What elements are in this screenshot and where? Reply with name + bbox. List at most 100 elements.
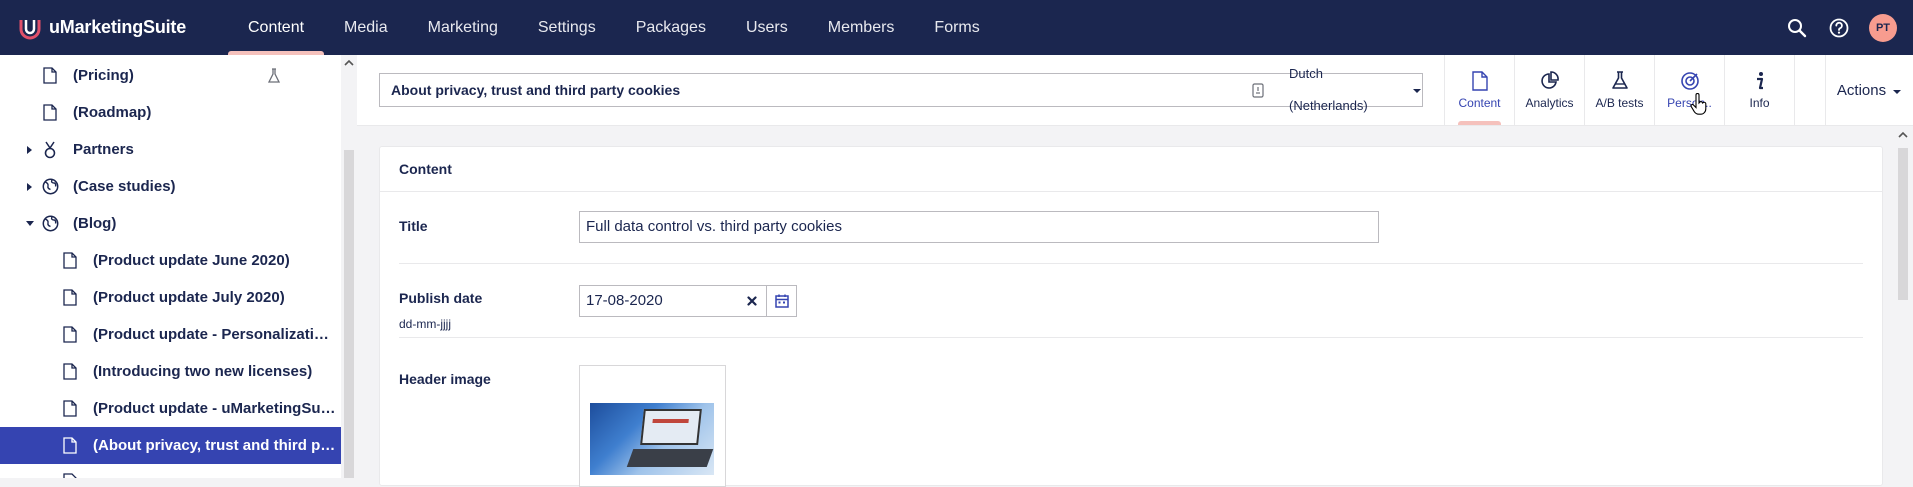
tree-item-partners[interactable]: Partners [0, 131, 341, 168]
tree-scrollbar[interactable] [341, 55, 357, 478]
app-content[interactable]: Content [1445, 55, 1515, 125]
top-navigation-bar: uMarketingSuite Content Media Marketing … [0, 0, 1913, 55]
tree-item-partial[interactable] [0, 464, 341, 478]
tree-item-label: (Blog) [73, 215, 117, 232]
title-label: Title [399, 218, 428, 234]
tree-item-case-studies[interactable]: (Case studies) [0, 168, 341, 205]
ab-test-flask-icon [264, 66, 284, 86]
section-users[interactable]: Users [726, 0, 808, 55]
document-icon [41, 67, 59, 85]
section-tabs: Content Media Marketing Settings Package… [228, 0, 1000, 55]
section-members[interactable]: Members [808, 0, 915, 55]
publish-date-input[interactable]: 17-08-2020 [579, 285, 767, 317]
calendar-icon [774, 294, 789, 308]
app-label: Analytics [1525, 96, 1574, 110]
section-media[interactable]: Media [324, 0, 408, 55]
scroll-up-icon[interactable] [344, 57, 354, 67]
tree-item-introducing-licenses[interactable]: (Introducing two new licenses) [0, 353, 341, 390]
group-title: Content [380, 147, 1882, 192]
tree-item-product-update-personalization[interactable]: (Product update - Personalization i... [0, 316, 341, 353]
tree-item-label: (About privacy, trust and third part... [93, 437, 336, 454]
medal-icon [41, 141, 59, 159]
editor-scrollbar[interactable] [1893, 126, 1913, 478]
actions-label: Actions [1836, 81, 1887, 99]
tree-item-label: (Product update - uMarketingSuite... [93, 400, 336, 417]
search-icon[interactable] [1785, 16, 1809, 40]
tree-item-roadmap[interactable]: (Roadmap) [0, 94, 341, 131]
umarketingsuite-logo-icon [19, 19, 41, 39]
actions-button[interactable]: Actions [1825, 55, 1913, 125]
tree-item-product-update-june[interactable]: (Product update June 2020) [0, 242, 341, 279]
header-image-thumbnail [590, 403, 714, 475]
content-apps: Content Analytics A/B tests Person.. Inf… [1444, 55, 1795, 125]
section-marketing[interactable]: Marketing [408, 0, 518, 55]
publish-date-description: dd-mm-jjjj [399, 317, 451, 331]
section-packages[interactable]: Packages [616, 0, 726, 55]
app-info[interactable]: Info [1725, 55, 1795, 125]
content-group-panel: Content Title Full data control vs. thir… [379, 146, 1883, 487]
tree-item-label: (Pricing) [73, 67, 134, 84]
app-ab-tests[interactable]: A/B tests [1585, 55, 1655, 125]
app-label: Info [1749, 96, 1770, 110]
pie-chart-icon [1539, 70, 1561, 92]
brand[interactable]: uMarketingSuite [0, 0, 228, 55]
document-icon [61, 400, 79, 418]
caret-down-icon[interactable] [24, 218, 36, 230]
variant-document-icon[interactable] [1250, 82, 1266, 98]
document-icon [61, 472, 79, 478]
language-dropdown[interactable]: Dutch (Netherlands) [1289, 66, 1422, 113]
publish-date-label: Publish date [399, 290, 483, 306]
title-input[interactable]: Full data control vs. third party cookie… [579, 211, 1379, 243]
help-icon[interactable] [1827, 16, 1851, 40]
divider [399, 263, 1863, 264]
flask-icon [1609, 70, 1631, 92]
node-name-input[interactable]: About privacy, trust and third party coo… [391, 74, 680, 106]
target-icon [1679, 70, 1701, 92]
tree-item-product-update-umarketingsuite[interactable]: (Product update - uMarketingSuite... [0, 390, 341, 427]
clear-date-icon[interactable] [744, 293, 760, 309]
caret-right-icon[interactable] [24, 144, 36, 156]
header-image-label: Header image [399, 371, 491, 387]
brand-name: uMarketingSuite [49, 17, 187, 37]
section-content[interactable]: Content [228, 0, 325, 55]
tree-scrollbar-thumb[interactable] [344, 150, 354, 478]
document-icon [61, 252, 79, 270]
section-forms[interactable]: Forms [914, 0, 999, 55]
calendar-button[interactable] [766, 285, 797, 317]
caret-down-icon [1412, 74, 1422, 106]
app-analytics[interactable]: Analytics [1515, 55, 1585, 125]
info-icon [1749, 70, 1771, 92]
editor-scrollbar-thumb[interactable] [1898, 148, 1908, 300]
tree-item-label: (Product update July 2020) [93, 289, 285, 306]
user-avatar[interactable]: PT [1869, 13, 1897, 42]
scroll-up-icon[interactable] [1898, 129, 1908, 139]
header-image-card[interactable] [579, 365, 726, 487]
content-tree: (Pricing) (Roadmap) Partners (Case studi… [0, 55, 341, 478]
document-icon [61, 437, 79, 455]
document-icon [61, 326, 79, 344]
tree-item-label: (Case studies) [73, 178, 176, 195]
globe-icon [41, 215, 59, 233]
tree-item-label: (Product update - Personalization i... [93, 326, 336, 343]
document-icon [41, 104, 59, 122]
document-icon [1469, 70, 1491, 92]
section-settings[interactable]: Settings [518, 0, 616, 55]
tree-item-label: (Introducing two new licenses) [93, 363, 313, 380]
tree-item-product-update-july[interactable]: (Product update July 2020) [0, 279, 341, 316]
tree-item-pricing[interactable]: (Pricing) [0, 57, 341, 94]
caret-right-icon[interactable] [24, 181, 36, 193]
tree-item-label: (Product update June 2020) [93, 252, 290, 269]
top-tools: PT [1785, 0, 1897, 55]
document-icon [61, 363, 79, 381]
app-label: A/B tests [1595, 96, 1644, 110]
language-label: Dutch (Netherlands) [1289, 66, 1368, 113]
globe-icon [41, 178, 59, 196]
tree-item-about-privacy[interactable]: (About privacy, trust and third part... [0, 427, 341, 464]
editor-header: About privacy, trust and third party coo… [357, 55, 1913, 126]
app-label: Content [1458, 96, 1501, 110]
tree-item-label: Partners [73, 141, 134, 158]
divider [399, 337, 1863, 338]
node-name-field[interactable]: About privacy, trust and third party coo… [379, 66, 1423, 113]
tree-item-label: (Roadmap) [73, 104, 152, 121]
tree-item-blog[interactable]: (Blog) [0, 205, 341, 242]
